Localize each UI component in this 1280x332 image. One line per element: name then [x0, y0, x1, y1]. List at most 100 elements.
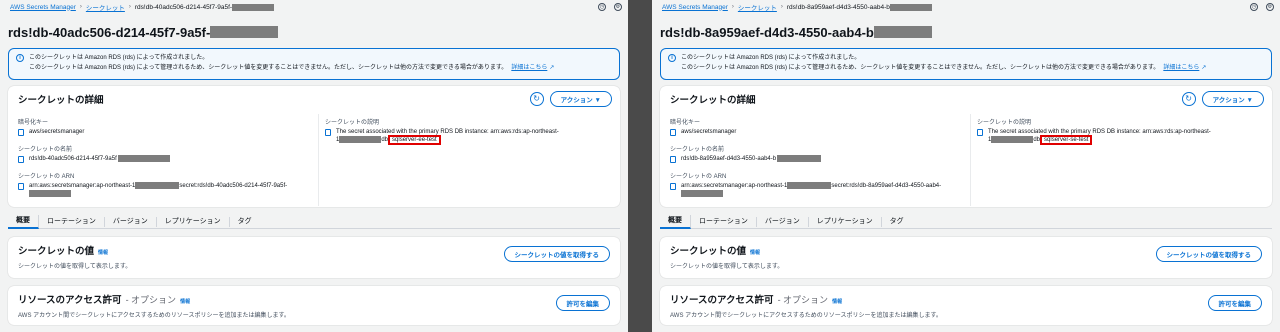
- encryption-key-value: aws/secretsmanager: [29, 129, 85, 135]
- tab-overview[interactable]: 概要: [660, 214, 691, 229]
- chevron-right-icon: ›: [780, 4, 783, 10]
- chevron-right-icon: ›: [731, 4, 734, 10]
- details-title: シークレットの詳細: [18, 95, 104, 106]
- permissions-title: リソースのアクセス許可: [18, 295, 122, 306]
- edit-permissions-button[interactable]: 許可を編集: [1207, 295, 1262, 311]
- tab-tags[interactable]: タグ: [882, 217, 912, 227]
- description-text: The secret associated with the primary R…: [336, 129, 559, 135]
- breadcrumb-secrets-link[interactable]: シークレット: [86, 2, 125, 12]
- secret-details-card: シークレットの詳細 ↻ アクション ▼ 暗号化キー aws/secretsman…: [660, 86, 1272, 207]
- secret-arn-value: arn:aws:secretsmanager:ap-northeast-1 sec…: [29, 182, 287, 198]
- alert-line1: このシークレットは Amazon RDS (rds) によって作成されました。: [29, 55, 209, 61]
- info-icon: i: [668, 54, 676, 62]
- secret-value-desc: シークレットの値を取得して表示します。: [18, 264, 132, 270]
- arn-suffix: secret:rds!db-8a959aef-d4d3-4550-aab4-: [831, 183, 942, 190]
- info-link[interactable]: 情報: [98, 249, 108, 256]
- copy-icon[interactable]: [18, 156, 24, 163]
- optional-label: - オプション: [777, 295, 829, 305]
- description-label: シークレットの説明: [325, 120, 380, 126]
- external-link-icon: ↗: [1201, 65, 1207, 71]
- arn-prefix: arn:aws:secretsmanager:ap-northeast-1: [29, 183, 136, 190]
- info-link[interactable]: 情報: [180, 298, 190, 305]
- tab-versions[interactable]: バージョン: [757, 216, 809, 227]
- actions-button[interactable]: アクション ▼: [549, 91, 612, 107]
- secret-value-card: シークレットの値 情報 シークレットの値を取得して表示します。 シークレットの値を…: [8, 237, 620, 278]
- secret-arn-label: シークレットの ARN: [18, 174, 75, 180]
- copy-icon[interactable]: [18, 129, 24, 136]
- breadcrumb-service-link[interactable]: AWS Secrets Manager: [662, 4, 728, 11]
- arn-prefix: arn:aws:secretsmanager:ap-northeast-1: [681, 183, 788, 190]
- info-link[interactable]: 情報: [750, 249, 760, 256]
- breadcrumb: AWS Secrets Manager › シークレット › rds!db-8a…: [652, 0, 1280, 14]
- window-divider: [628, 0, 652, 332]
- alert-line1: このシークレットは Amazon RDS (rds) によって作成されました。: [681, 55, 861, 61]
- info-icon: i: [16, 54, 24, 62]
- learn-more-link[interactable]: 詳細はこちら: [511, 65, 547, 71]
- redaction-box: [117, 155, 170, 162]
- redaction-box: [210, 26, 279, 38]
- page-title: rds!db-40adc506-d214-45f7-9a5f-: [0, 14, 628, 44]
- edit-permissions-button[interactable]: 許可を編集: [555, 295, 610, 311]
- secret-value-title: シークレットの値: [670, 246, 747, 257]
- copy-icon[interactable]: [325, 129, 331, 136]
- copy-icon[interactable]: [670, 129, 676, 136]
- page-title-text: rds!db-8a959aef-d4d3-4550-aab4-b: [660, 24, 874, 40]
- settings-icon[interactable]: ⚙: [1266, 3, 1274, 11]
- resource-permissions-card: リソースのアクセス許可 - オプション 情報 AWS アカウント間でシークレットにア…: [660, 286, 1272, 325]
- tab-rotation[interactable]: ローテーション: [39, 216, 105, 227]
- left-panel: AWS Secrets Manager › シークレット › rds!db-40…: [0, 0, 628, 332]
- redaction-box: [135, 182, 180, 189]
- info-link[interactable]: 情報: [832, 298, 842, 305]
- notifications-icon[interactable]: ◷: [1250, 3, 1258, 11]
- alert-line2: このシークレットは Amazon RDS (rds) によって管理されるため、シ…: [681, 65, 1160, 71]
- encryption-key-value: aws/secretsmanager: [681, 129, 737, 135]
- secret-name-label: シークレットの名前: [670, 147, 725, 153]
- refresh-icon[interactable]: ↻: [1181, 92, 1196, 106]
- breadcrumb-current: rds!db-8a959aef-d4d3-4550-aab4-b: [786, 3, 890, 11]
- description-label: シークレットの説明: [977, 120, 1032, 126]
- redaction-box: [232, 3, 275, 11]
- secret-arn-value: arn:aws:secretsmanager:ap-northeast-1 sec…: [681, 182, 941, 198]
- resource-permissions-card: リソースのアクセス許可 - オプション 情報 AWS アカウント間でシークレットにア…: [8, 286, 620, 325]
- secret-value-title: シークレットの値: [18, 246, 95, 257]
- permissions-desc: AWS アカウント間でシークレットにアクセスするためのリソースポリシーを追加また…: [18, 313, 290, 319]
- redaction-box: [29, 190, 71, 198]
- breadcrumb: AWS Secrets Manager › シークレット › rds!db-40…: [0, 0, 628, 14]
- redaction-box: [889, 3, 932, 11]
- get-secret-value-button[interactable]: シークレットの値を取得する: [1155, 246, 1262, 262]
- notifications-icon[interactable]: ◷: [598, 3, 606, 11]
- tab-replication[interactable]: レプリケーション: [809, 216, 882, 227]
- breadcrumb-secrets-link[interactable]: シークレット: [738, 2, 777, 12]
- secret-name-value: rds!db-40adc506-d214-45f7-9a5f: [29, 156, 117, 162]
- redaction-box: [339, 136, 382, 143]
- tab-rotation[interactable]: ローテーション: [691, 216, 757, 227]
- tab-overview[interactable]: 概要: [8, 214, 39, 229]
- learn-more-link[interactable]: 詳細はこちら: [1163, 65, 1199, 71]
- copy-icon[interactable]: [670, 156, 676, 163]
- tab-versions[interactable]: バージョン: [105, 216, 157, 227]
- description-value: The secret associated with the primary R…: [988, 128, 1211, 146]
- tab-replication[interactable]: レプリケーション: [157, 216, 230, 227]
- secret-name-value: rds!db-8a959aef-d4d3-4550-aab4-b: [681, 156, 777, 162]
- tab-bar: 概要 ローテーション バージョン レプリケーション タグ: [660, 214, 1272, 229]
- copy-icon[interactable]: [670, 183, 676, 190]
- encryption-key-label: 暗号化キー: [18, 120, 49, 126]
- settings-icon[interactable]: ⚙: [614, 3, 622, 11]
- tab-tags[interactable]: タグ: [230, 217, 260, 227]
- description-text: The secret associated with the primary R…: [988, 129, 1211, 135]
- external-link-icon: ↗: [549, 65, 555, 71]
- tab-bar: 概要 ローテーション バージョン レプリケーション タグ: [8, 214, 620, 229]
- secret-details-card: シークレットの詳細 ↻ アクション ▼ 暗号化キー aws/secretsman…: [8, 86, 620, 207]
- get-secret-value-button[interactable]: シークレットの値を取得する: [503, 246, 610, 262]
- breadcrumb-service-link[interactable]: AWS Secrets Manager: [10, 4, 76, 11]
- copy-icon[interactable]: [18, 183, 24, 190]
- copy-icon[interactable]: [977, 129, 983, 136]
- refresh-icon[interactable]: ↻: [529, 92, 544, 106]
- secret-value-desc: シークレットの値を取得して表示します。: [670, 264, 784, 270]
- actions-button[interactable]: アクション ▼: [1201, 91, 1264, 107]
- chevron-right-icon: ›: [79, 4, 82, 10]
- redaction-box: [991, 136, 1034, 143]
- secret-value-card: シークレットの値 情報 シークレットの値を取得して表示します。 シークレットの値を…: [660, 237, 1272, 278]
- db-name-highlight: sqlserver-ee-test: [388, 135, 441, 146]
- chevron-right-icon: ›: [128, 4, 131, 10]
